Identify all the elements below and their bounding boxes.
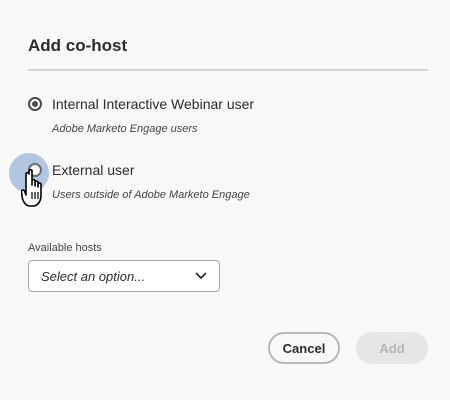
- dialog-title: Add co-host: [28, 36, 128, 55]
- title-divider: [28, 69, 428, 71]
- radio-external-user-description: Users outside of Adobe Marketo Engage: [52, 189, 250, 201]
- radio-internal-user-label: Internal Interactive Webinar user: [52, 96, 255, 112]
- radio-internal-user-button[interactable]: [28, 97, 42, 111]
- radio-internal-user-description: Adobe Marketo Engage users: [52, 123, 198, 135]
- available-hosts-select[interactable]: Select an option...: [28, 260, 220, 292]
- radio-internal-user[interactable]: Internal Interactive Webinar user: [28, 96, 254, 112]
- add-button[interactable]: Add: [356, 332, 428, 364]
- hand-pointer-cursor-icon: [21, 168, 42, 207]
- available-hosts-label: Available hosts: [28, 242, 102, 254]
- cancel-button[interactable]: Cancel: [268, 332, 340, 364]
- chevron-down-icon: [195, 272, 207, 279]
- radio-external-user-label: External user: [52, 162, 135, 178]
- add-cohost-dialog: Add co-host Internal Interactive Webinar…: [0, 0, 450, 400]
- available-hosts-select-value: Select an option...: [41, 268, 146, 284]
